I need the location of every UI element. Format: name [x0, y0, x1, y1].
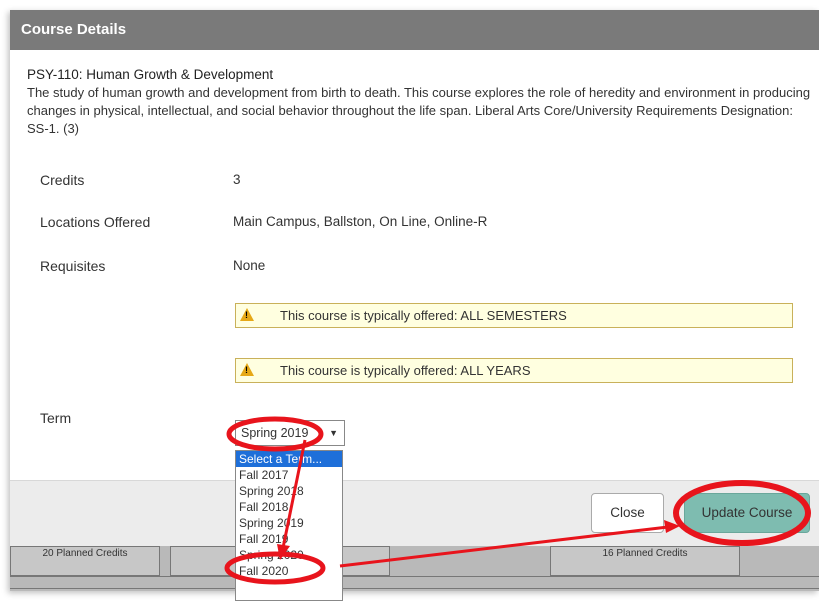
- warning-text: This course is typically offered: ALL YE…: [280, 363, 531, 378]
- dialog-title: Course Details: [10, 10, 819, 50]
- term-option[interactable]: Spring 2019: [236, 515, 342, 531]
- chevron-down-icon: ▼: [329, 428, 338, 438]
- credits-value: 3: [233, 172, 241, 187]
- background-divider: [10, 576, 819, 577]
- warning-icon: !: [240, 308, 254, 321]
- term-option[interactable]: Fall 2017: [236, 467, 342, 483]
- term-option[interactable]: Spring 2018: [236, 483, 342, 499]
- warning-icon: !: [240, 363, 254, 376]
- offered-semesters-warning: ! This course is typically offered: ALL …: [235, 303, 793, 328]
- requisites-label: Requisites: [40, 258, 106, 274]
- term-selected-value: Spring 2019: [241, 426, 309, 440]
- close-button[interactable]: Close: [591, 493, 664, 533]
- credits-label: Credits: [40, 172, 85, 188]
- course-details-dialog: Course Details PSY-110: Human Growth & D…: [10, 10, 819, 601]
- term-dropdown-list[interactable]: Select a Term... Fall 2017 Spring 2018 F…: [235, 450, 343, 601]
- warning-text: This course is typically offered: ALL SE…: [280, 308, 567, 323]
- locations-label: Locations Offered: [40, 214, 151, 230]
- term-select[interactable]: Spring 2019 ▼: [235, 420, 345, 446]
- term-option[interactable]: Fall 2020: [236, 563, 342, 579]
- background-divider: [10, 588, 819, 589]
- planned-credits-cell: 16 Planned Credits: [550, 546, 740, 576]
- course-description: The study of human growth and developmen…: [27, 85, 811, 136]
- update-course-button[interactable]: Update Course: [684, 493, 810, 533]
- locations-value: Main Campus, Ballston, On Line, Online-R: [233, 214, 488, 229]
- term-option[interactable]: Select a Term...: [236, 451, 342, 467]
- term-label: Term: [40, 410, 72, 426]
- term-option[interactable]: Fall 2019: [236, 531, 342, 547]
- term-option[interactable]: Fall 2018: [236, 499, 342, 515]
- term-option[interactable]: Spring 2020: [236, 547, 342, 563]
- planned-credits-cell: 20 Planned Credits: [10, 546, 160, 576]
- requisites-value: None: [233, 258, 266, 273]
- course-title: PSY-110: Human Growth & Development: [27, 67, 274, 82]
- offered-years-warning: ! This course is typically offered: ALL …: [235, 358, 793, 383]
